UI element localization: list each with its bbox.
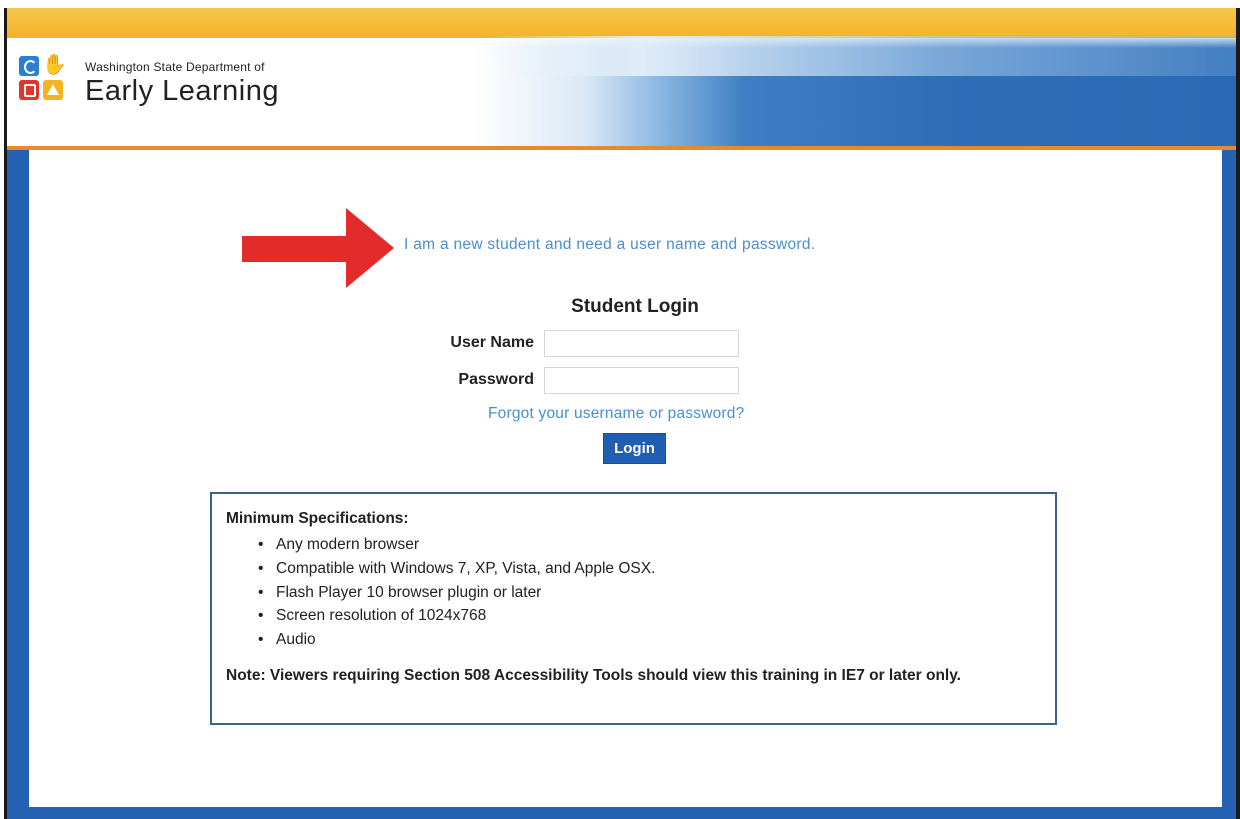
org-line: Washington State Department of bbox=[85, 60, 265, 74]
square-icon bbox=[19, 80, 39, 100]
spec-text: Audio bbox=[276, 631, 316, 649]
specs-box: Minimum Specifications: • Any modern brow… bbox=[210, 492, 1057, 725]
red-right-arrow-icon bbox=[242, 208, 394, 288]
login-button[interactable]: Login bbox=[603, 433, 666, 464]
list-item: • Compatible with Windows 7, XP, Vista, a… bbox=[252, 557, 1041, 581]
window-frame-right bbox=[1236, 8, 1240, 819]
logo-text: Washington State Department of Early Lea… bbox=[85, 60, 279, 108]
specs-title: Minimum Specifications: bbox=[226, 510, 409, 527]
new-student-link[interactable]: I am a new student and need a user name … bbox=[404, 236, 815, 254]
username-input[interactable] bbox=[544, 330, 739, 357]
specs-list: • Any modern browser • Compatible with Win… bbox=[252, 533, 1041, 652]
bullet-icon: • bbox=[258, 559, 264, 577]
specs-note: Note: Viewers requiring Section 508 Acce… bbox=[226, 666, 961, 684]
username-label: User Name bbox=[450, 334, 534, 351]
spec-text: Any modern browser bbox=[276, 536, 420, 553]
header-wave bbox=[487, 36, 1236, 76]
spec-text: Compatible with Windows 7, XP, Vista, an… bbox=[276, 559, 656, 577]
list-item: • Screen resolution of 1024x768 bbox=[252, 604, 1041, 628]
page: ✋ Washington State Department of Early L… bbox=[0, 0, 1240, 819]
hand-icon: ✋ bbox=[42, 52, 67, 76]
list-item: • Audio bbox=[252, 628, 1041, 652]
triangle-icon bbox=[43, 80, 63, 100]
list-item: • Any modern browser bbox=[252, 533, 1041, 557]
circle-icon bbox=[19, 56, 39, 76]
del-logo: ✋ Washington State Department of Early L… bbox=[19, 52, 279, 108]
bullet-icon: • bbox=[258, 607, 264, 625]
list-item: • Flash Player 10 browser plugin or later bbox=[252, 581, 1041, 605]
spec-text: Screen resolution of 1024x768 bbox=[276, 607, 487, 625]
bullet-icon: • bbox=[258, 536, 264, 553]
site-header: ✋ Washington State Department of Early L… bbox=[7, 8, 1236, 150]
bullet-icon: • bbox=[258, 631, 264, 649]
login-title: Student Login bbox=[571, 296, 699, 317]
logo-icons: ✋ bbox=[19, 52, 71, 106]
password-input[interactable] bbox=[544, 367, 739, 394]
password-label: Password bbox=[458, 371, 534, 388]
bullet-icon: • bbox=[258, 583, 264, 601]
forgot-credentials-link[interactable]: Forgot your username or password? bbox=[488, 405, 744, 423]
header-stripe bbox=[7, 8, 1236, 38]
org-name: Early Learning bbox=[85, 75, 279, 107]
spec-text: Flash Player 10 browser plugin or later bbox=[276, 583, 542, 601]
